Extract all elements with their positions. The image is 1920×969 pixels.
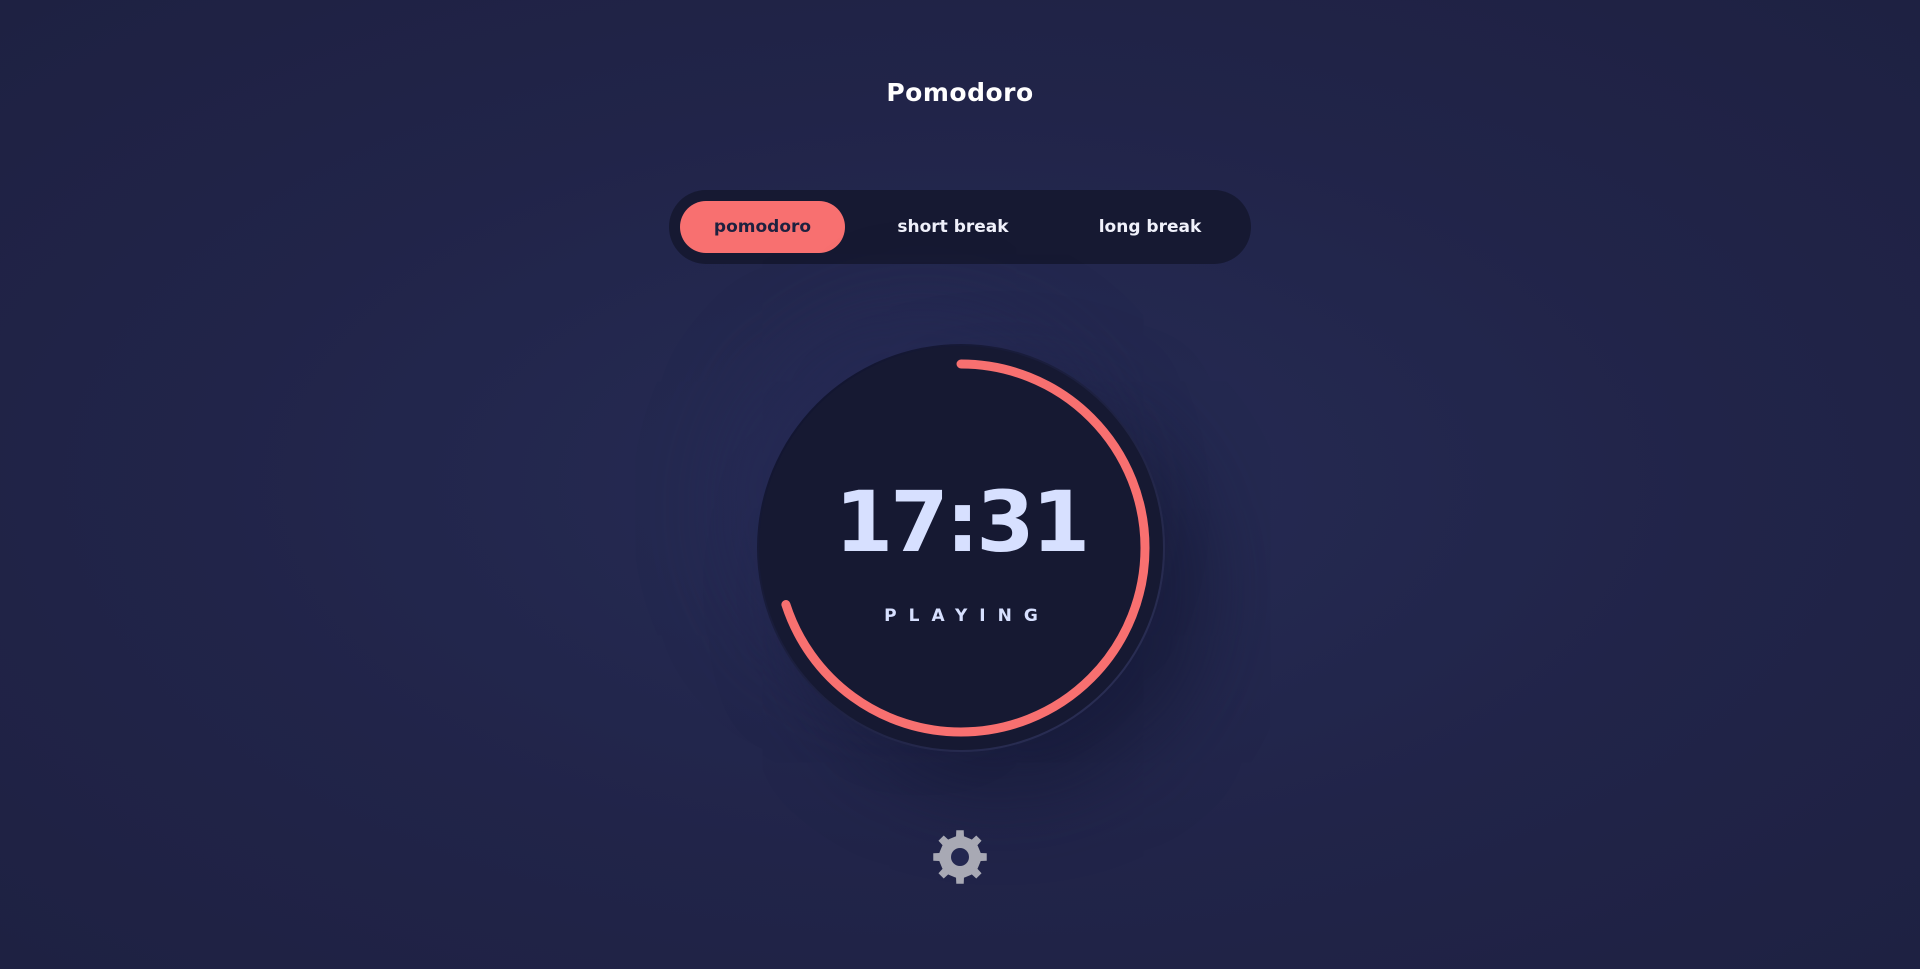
timer[interactable]: 17:31 PLAYING [757,344,1165,752]
tab-long-break[interactable]: long break [1061,201,1239,253]
gear-hole [951,848,969,866]
mode-tabs: pomodoro short break long break [669,190,1251,264]
timer-status[interactable]: PLAYING [757,606,1165,626]
tab-pomodoro[interactable]: pomodoro [680,201,845,253]
gear-icon [933,830,987,884]
settings-button[interactable] [932,829,988,885]
tab-short-break[interactable]: short break [845,201,1061,253]
app-title: Pomodoro [886,78,1034,107]
time-readout: 17:31 [834,473,1090,571]
